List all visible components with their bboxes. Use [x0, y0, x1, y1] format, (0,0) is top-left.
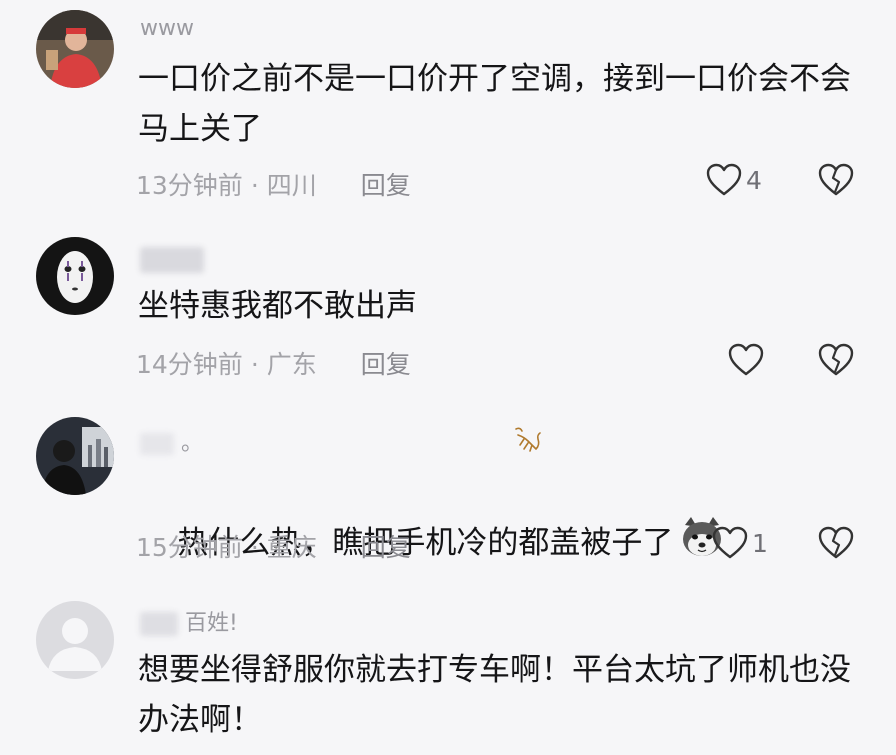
no-face-mask-avatar-icon: [36, 237, 114, 315]
broken-heart-icon: [818, 343, 854, 376]
like-button[interactable]: 4: [706, 163, 762, 197]
comment-username[interactable]: [140, 247, 204, 273]
comment-meta: 13分钟前 · 四川 回复: [136, 166, 411, 202]
username-text: www: [140, 16, 194, 41]
username-text: 。: [181, 431, 204, 456]
comment-time: 14分钟前: [136, 350, 243, 379]
comment-location: 广东: [266, 350, 317, 379]
like-count: 1: [752, 528, 768, 558]
person-red-shirt-avatar-icon: [36, 10, 114, 88]
comment-item: 百姓! 想要坐得舒服你就去打专车啊！平台太坑了师机也没办法啊！: [0, 585, 896, 755]
comment-text: 坐特惠我都不敢出声: [138, 288, 417, 324]
broken-heart-icon: [818, 163, 854, 196]
meta-separator: ·: [250, 171, 259, 200]
like-button[interactable]: 1: [712, 526, 768, 560]
comment-time: 13分钟前: [136, 171, 243, 200]
comment-username[interactable]: 。: [140, 425, 203, 457]
heart-outline-icon: [706, 163, 742, 196]
comment-time: 15分钟前: [136, 533, 243, 562]
comment-item: 坐特惠我都不敢出声 14分钟前 · 广东 回复: [0, 215, 896, 395]
comment-location: 四川: [266, 171, 317, 200]
comment-location: 重庆: [266, 533, 317, 562]
blurred-username: [140, 247, 204, 273]
username-text: 百姓!: [185, 611, 238, 636]
avatar[interactable]: [36, 417, 114, 495]
comment-username[interactable]: 百姓!: [140, 605, 238, 637]
avatar[interactable]: [36, 237, 114, 315]
avatar[interactable]: [36, 10, 114, 88]
comment-item: 。 热什么热，瞧把手机冷的都盖被子了 15分钟前 · 重庆 回复 1: [0, 395, 896, 585]
heart-outline-icon: [728, 343, 764, 376]
blurred-username: [140, 612, 178, 636]
meta-separator: ·: [250, 350, 259, 379]
heart-outline-icon: [712, 526, 748, 559]
default-gray-avatar-icon: [36, 601, 114, 679]
comment-text: 想要坐得舒服你就去打专车啊！平台太坑了师机也没办法啊！: [138, 652, 851, 738]
reply-button[interactable]: 回复: [361, 171, 411, 200]
scorpion-icon: [515, 427, 541, 452]
broken-heart-icon: [818, 526, 854, 559]
city-night-person-avatar-icon: [36, 417, 114, 495]
blurred-username: [140, 433, 174, 455]
comment-text: 一口价之前不是一口价开了空调，接到一口价会不会马上关了: [138, 61, 851, 147]
like-button[interactable]: [728, 343, 768, 377]
dislike-button[interactable]: [818, 343, 854, 381]
comment-username[interactable]: www: [140, 16, 194, 41]
comment-item: www 一口价之前不是一口价开了空调，接到一口价会不会马上关了 13分钟前 · 四川…: [0, 0, 896, 215]
avatar[interactable]: [36, 601, 114, 679]
dislike-button[interactable]: [818, 526, 854, 564]
comment-meta: 15分钟前 · 重庆 回复: [136, 528, 411, 564]
comment-meta: 14分钟前 · 广东 回复: [136, 345, 411, 381]
reply-button[interactable]: 回复: [361, 533, 411, 562]
meta-separator: ·: [250, 533, 259, 562]
dislike-button[interactable]: [818, 163, 854, 201]
like-count: 4: [746, 165, 762, 195]
reply-button[interactable]: 回复: [361, 350, 411, 379]
